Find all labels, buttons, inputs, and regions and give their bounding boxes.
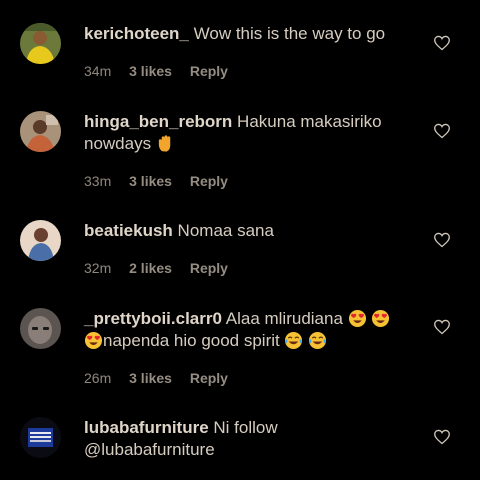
- comment-text: hinga_ben_reborn Hakuna makasiriko nowda…: [84, 111, 414, 155]
- avatar[interactable]: [20, 417, 61, 458]
- likes-count[interactable]: 3 likes: [129, 370, 172, 386]
- comment-username[interactable]: lubabafurniture: [84, 418, 209, 437]
- heart-outline-icon[interactable]: [433, 123, 451, 139]
- comment-username[interactable]: kerichoteen_: [84, 24, 189, 43]
- comment-text: lubabafurniture Ni follow @lubabafurnitu…: [84, 417, 414, 461]
- comment-meta: 26m 3 likes Reply: [84, 370, 242, 386]
- comment-body-line2: nowdays: [84, 134, 152, 153]
- reply-button[interactable]: Reply: [190, 63, 228, 79]
- comment-time: 34m: [84, 63, 112, 79]
- comment-body: Nomaa sana: [177, 221, 274, 240]
- likes-count[interactable]: 2 likes: [129, 260, 172, 276]
- comment-time: 32m: [84, 260, 112, 276]
- heart-eyes-emoji: [84, 331, 103, 350]
- likes-count[interactable]: 3 likes: [129, 63, 172, 79]
- comment-text: _prettyboii.clarr0 Alaa mlirudiana napen…: [84, 308, 414, 352]
- heart-outline-icon[interactable]: [433, 429, 451, 445]
- heart-outline-icon[interactable]: [433, 35, 451, 51]
- comment-meta: 33m 3 likes Reply: [84, 173, 242, 189]
- comment-username[interactable]: hinga_ben_reborn: [84, 112, 232, 131]
- comment-meta: 32m 2 likes Reply: [84, 260, 242, 276]
- waving-hand-emoji: [158, 135, 171, 152]
- comment-username[interactable]: _prettyboii.clarr0: [84, 309, 222, 328]
- avatar[interactable]: [20, 220, 61, 261]
- comment-body-line2: napenda hio good spirit: [103, 331, 280, 350]
- comment-time: 26m: [84, 370, 112, 386]
- reply-button[interactable]: Reply: [190, 173, 228, 189]
- tears-of-joy-emoji: [285, 331, 303, 350]
- avatar[interactable]: [20, 111, 61, 152]
- comment-text: kerichoteen_ Wow this is the way to go: [84, 23, 414, 45]
- likes-count[interactable]: 3 likes: [129, 173, 172, 189]
- tears-of-joy-emoji: [309, 331, 327, 350]
- heart-eyes-emoji: [348, 309, 366, 328]
- comment-username[interactable]: beatiekush: [84, 221, 173, 240]
- heart-outline-icon[interactable]: [433, 319, 451, 335]
- heart-outline-icon[interactable]: [433, 232, 451, 248]
- avatar[interactable]: [20, 23, 61, 64]
- comment-meta: 34m 3 likes Reply: [84, 63, 242, 79]
- comment-body: Hakuna makasiriko: [237, 112, 382, 131]
- reply-button[interactable]: Reply: [190, 370, 228, 386]
- comment-text: beatiekush Nomaa sana: [84, 220, 414, 242]
- comment-body: Alaa mlirudiana: [225, 309, 343, 328]
- reply-button[interactable]: Reply: [190, 260, 228, 276]
- comment-time: 33m: [84, 173, 112, 189]
- mention-link[interactable]: @lubabafurniture: [84, 440, 215, 459]
- avatar[interactable]: [20, 308, 61, 349]
- comment-body: Ni follow: [213, 418, 278, 437]
- comment-body: Wow this is the way to go: [193, 24, 386, 43]
- heart-eyes-emoji: [372, 309, 390, 328]
